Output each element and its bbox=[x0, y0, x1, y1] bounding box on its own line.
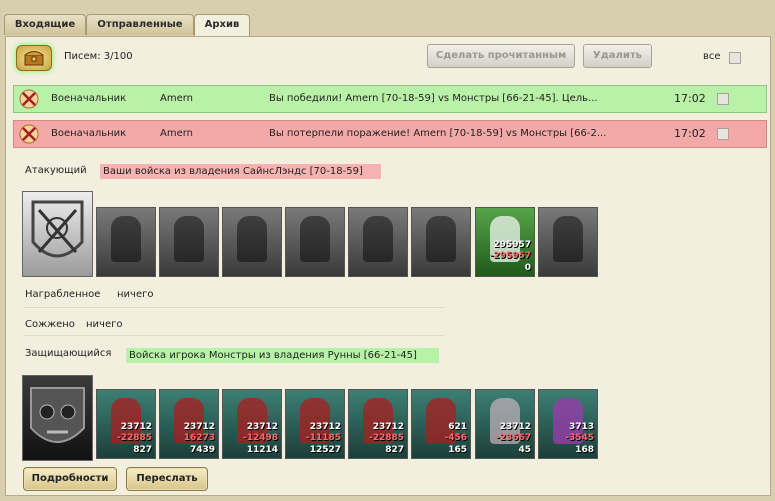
burned-value: ничего bbox=[86, 319, 123, 330]
unit-count: 23712 bbox=[246, 422, 278, 432]
defender-unit[interactable]: 23712 -22885 827 bbox=[96, 389, 156, 459]
delete-button[interactable]: Удалить bbox=[583, 44, 652, 68]
treasure-chest-icon[interactable] bbox=[16, 45, 52, 71]
attacker-unit[interactable] bbox=[159, 207, 219, 277]
attacker-unit[interactable] bbox=[222, 207, 282, 277]
message-checkbox[interactable] bbox=[717, 128, 729, 140]
select-all-checkbox[interactable] bbox=[729, 52, 741, 64]
unit-count: 295957 bbox=[493, 240, 531, 250]
unit-remaining: 45 bbox=[518, 445, 531, 455]
unit-remaining: 0 bbox=[524, 263, 531, 273]
message-row[interactable]: Военачальник Amern Вы потерпели поражени… bbox=[13, 120, 767, 148]
message-time: 17:02 bbox=[674, 92, 706, 105]
dwarf-warrior-icon bbox=[111, 216, 141, 262]
message-row[interactable]: Военачальник Amern Вы победили! Amern [7… bbox=[13, 85, 767, 113]
attacker-unit[interactable] bbox=[348, 207, 408, 277]
unit-losses: -22885 bbox=[368, 433, 404, 443]
defender-label: Защищающийся bbox=[25, 348, 112, 359]
mail-panel: Писем: 3/100 Сделать прочитанным Удалить… bbox=[5, 36, 771, 496]
crossed-swords-icon bbox=[19, 124, 39, 144]
unit-losses: -22885 bbox=[116, 433, 152, 443]
attacker-unit[interactable] bbox=[538, 207, 598, 277]
defender-unit[interactable]: 23712 16273 7439 bbox=[159, 389, 219, 459]
message-recipient: Amern bbox=[160, 128, 194, 139]
cleric-icon bbox=[426, 216, 456, 262]
burned-label: Сожжено bbox=[25, 319, 75, 330]
tab-bar: Входящие Отправленные Архив bbox=[0, 14, 775, 37]
attacker-label: Атакующий bbox=[25, 165, 87, 176]
unit-remaining: 12527 bbox=[309, 445, 341, 455]
select-all-label: все bbox=[703, 51, 721, 62]
message-checkbox[interactable] bbox=[717, 93, 729, 105]
unit-remaining: 7439 bbox=[189, 445, 215, 455]
tab-inbox[interactable]: Входящие bbox=[4, 14, 86, 35]
unit-losses: 16273 bbox=[183, 433, 215, 443]
angel-icon bbox=[553, 216, 583, 262]
unit-count: 23712 bbox=[309, 422, 341, 432]
unit-losses: -295957 bbox=[489, 251, 531, 261]
message-sender: Военачальник bbox=[51, 128, 127, 139]
unit-count: 23712 bbox=[372, 422, 404, 432]
defender-unit[interactable]: 23712 -22885 827 bbox=[348, 389, 408, 459]
mark-read-button[interactable]: Сделать прочитанным bbox=[427, 44, 575, 68]
unit-losses: -12498 bbox=[242, 433, 278, 443]
armored-knight-icon bbox=[174, 216, 204, 262]
defender-unit[interactable]: 621 -456 165 bbox=[411, 389, 471, 459]
attacker-army: Ваши войска из владения СайнсЛэндс [70-1… bbox=[100, 164, 381, 179]
message-time: 17:02 bbox=[674, 127, 706, 140]
defender-unit[interactable]: 23712 -12498 11214 bbox=[222, 389, 282, 459]
attacker-unit[interactable] bbox=[285, 207, 345, 277]
unit-count: 23712 bbox=[120, 422, 152, 432]
message-count: Писем: 3/100 bbox=[64, 51, 133, 62]
tab-sent[interactable]: Отправленные bbox=[86, 14, 194, 35]
defender-crest-icon bbox=[22, 375, 93, 461]
mail-toolbar: Писем: 3/100 Сделать прочитанным Удалить… bbox=[6, 37, 770, 77]
message-subject[interactable]: Вы потерпели поражение! Amern [70-18-59]… bbox=[269, 121, 606, 147]
message-recipient: Amern bbox=[160, 93, 194, 104]
attacker-unit[interactable]: 295957 -295957 0 bbox=[475, 207, 535, 277]
unit-count: 23712 bbox=[183, 422, 215, 432]
unit-losses: -456 bbox=[444, 433, 467, 443]
details-button[interactable]: Подробности bbox=[23, 467, 117, 491]
unit-count: 3713 bbox=[568, 422, 594, 432]
unit-remaining: 165 bbox=[448, 445, 467, 455]
unit-count: 621 bbox=[448, 422, 467, 432]
unit-losses: -3545 bbox=[565, 433, 594, 443]
message-subject[interactable]: Вы победили! Amern [70-18-59] vs Монстры… bbox=[269, 86, 598, 112]
unit-remaining: 168 bbox=[575, 445, 594, 455]
unit-count: 23712 bbox=[499, 422, 531, 432]
unit-remaining: 11214 bbox=[246, 445, 278, 455]
spearman-icon bbox=[237, 216, 267, 262]
defender-army: Войска игрока Монстры из владения Рунны … bbox=[126, 348, 439, 363]
unit-losses: -11185 bbox=[305, 433, 341, 443]
unit-remaining: 827 bbox=[385, 445, 404, 455]
message-sender: Военачальник bbox=[51, 93, 127, 104]
loot-label: Награбленное bbox=[25, 289, 101, 300]
griffin-icon bbox=[300, 216, 330, 262]
defender-unit[interactable]: 3713 -3545 168 bbox=[538, 389, 598, 459]
archer-icon bbox=[363, 216, 393, 262]
forward-button[interactable]: Переслать bbox=[126, 467, 208, 491]
unit-remaining: 827 bbox=[133, 445, 152, 455]
defender-unit[interactable]: 23712 -11185 12527 bbox=[285, 389, 345, 459]
divider bbox=[24, 307, 444, 308]
unit-losses: -23667 bbox=[495, 433, 531, 443]
tab-archive[interactable]: Архив bbox=[194, 14, 250, 37]
crossed-swords-icon bbox=[19, 89, 39, 109]
loot-value: ничего bbox=[117, 289, 154, 300]
attacker-unit[interactable] bbox=[411, 207, 471, 277]
attacker-crest-icon bbox=[22, 191, 93, 277]
divider bbox=[24, 335, 444, 336]
defender-unit[interactable]: 23712 -23667 45 bbox=[475, 389, 535, 459]
attacker-unit[interactable] bbox=[96, 207, 156, 277]
